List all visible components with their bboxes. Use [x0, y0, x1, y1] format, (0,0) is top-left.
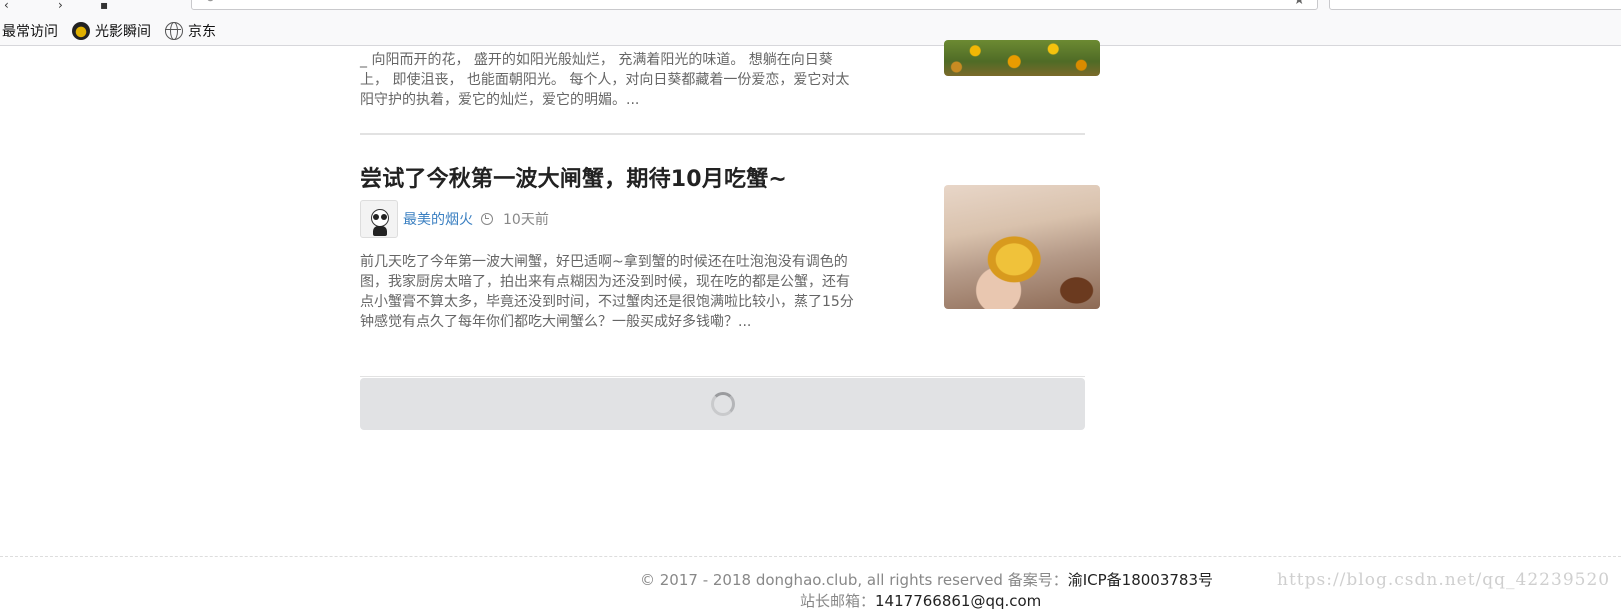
info-icon: ● — [206, 0, 215, 3]
globe-icon — [165, 22, 183, 40]
bookmark-label: 京东 — [188, 24, 216, 40]
email-link[interactable]: 1417766861@qq.com — [875, 592, 1041, 610]
icp-link[interactable]: 渝ICP备18003783号 — [1068, 571, 1213, 589]
bookmark-label: 最常访问 — [2, 24, 58, 40]
watermark: https://blog.csdn.net/qq_42239520 — [1277, 570, 1611, 590]
article-card: 尝试了今秋第一波大闸蟹，期待10月吃蟹~ 最美的烟火 10天前 前几天吃了今年第… — [360, 135, 1100, 377]
panda-eye-icon — [373, 214, 379, 220]
address-bar[interactable]: ● ★ — [191, 0, 1318, 10]
article-excerpt: _ 向阳而开的花， 盛开的如阳光般灿烂， 充满着阳光的味道。 想躺在向日葵上， … — [360, 52, 850, 108]
search-bar[interactable] — [1329, 0, 1621, 10]
loading-spinner-icon — [710, 392, 735, 416]
bookmark-label: 光影瞬间 — [95, 24, 151, 40]
avatar[interactable] — [360, 200, 398, 238]
email-label: 站长邮箱： — [800, 592, 876, 610]
article-thumbnail[interactable] — [944, 40, 1100, 76]
article-title[interactable]: 尝试了今秋第一波大闸蟹，期待10月吃蟹~ — [360, 161, 787, 193]
panda-body-icon — [373, 226, 387, 236]
home-button[interactable]: ▪ — [100, 0, 108, 12]
copyright-text: © 2017 - 2018 donghao.club, all rights r… — [640, 571, 1068, 589]
bookmark-jd[interactable]: 京东 — [165, 21, 216, 41]
browser-toolbar: ‹ › ▪ ● ★ 最常访问 光影瞬间 京东 — [0, 0, 1621, 46]
footer-copyright-line: © 2017 - 2018 donghao.club, all rights r… — [640, 569, 1213, 590]
article-card: _ 向阳而开的花， 盛开的如阳光般灿烂， 充满着阳光的味道。 想躺在向日葵上， … — [360, 40, 1100, 135]
bookmark-photo-moments[interactable]: 光影瞬间 — [72, 21, 151, 41]
load-more-button[interactable] — [360, 378, 1085, 430]
panda-eye-icon — [381, 214, 387, 220]
photo-icon — [72, 22, 90, 40]
post-time: 10天前 — [503, 212, 549, 228]
bookmarks-bar: 最常访问 光影瞬间 京东 — [0, 20, 230, 42]
author-link[interactable]: 最美的烟火 — [403, 209, 473, 229]
article-meta: 最美的烟火 10天前 — [360, 200, 549, 238]
bookmark-most-visited[interactable]: 最常访问 — [2, 21, 58, 41]
clock-icon — [481, 213, 493, 225]
article-excerpt: 前几天吃了今年第一波大闸蟹，好巴适啊~拿到蟹的时候还在吐泡泡没有调色的图，我家厨… — [360, 254, 854, 330]
back-button[interactable]: ‹ — [4, 0, 9, 12]
bookmark-star-icon[interactable]: ★ — [1293, 0, 1305, 8]
article-thumbnail[interactable] — [944, 185, 1100, 309]
forward-button[interactable]: › — [58, 0, 63, 12]
